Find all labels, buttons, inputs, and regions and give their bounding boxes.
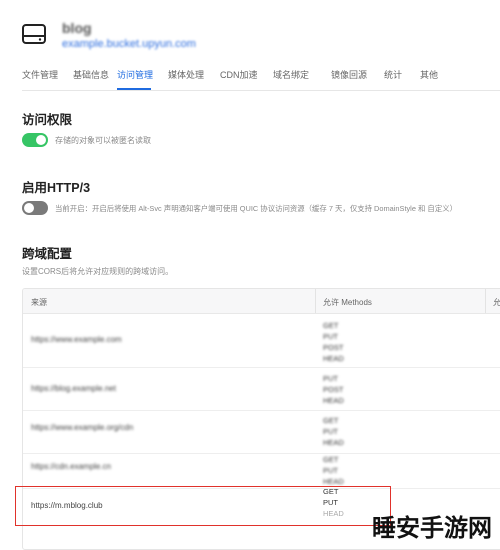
method: GET [323,455,339,464]
http3-title: 启用HTTP/3 [22,181,91,195]
red-highlight-box [15,486,391,526]
row-origin: https://cdn.example.cn [31,462,112,471]
access-permission-description: 存储的对象可以被匿名读取 [55,136,151,145]
tab-basic-info[interactable]: 基础信息 [73,69,109,81]
row-origin: https://blog.example.net [31,384,116,393]
access-permission-title: 访问权限 [22,113,73,127]
method: HEAD [323,438,344,447]
table-row[interactable]: https://blog.example.net PUT POST HEAD [23,368,500,411]
method: GET [323,321,339,330]
row-methods: PUT POST HEAD [323,373,363,406]
column-methods: 允许 Methods [323,298,372,307]
http3-toggle[interactable] [22,201,48,215]
watermark-text: 睡安手游网 [372,514,492,542]
row-methods: GET PUT HEAD [323,454,363,487]
method: PUT [323,374,338,383]
method: PUT [323,427,338,436]
access-permission-toggle[interactable] [22,133,48,147]
column-origin: 来源 [31,298,47,307]
row-methods: GET PUT HEAD [323,415,363,448]
http3-description: 当前开启：开启后将使用 Alt-Svc 声明通知客户端可使用 QUIC 协议访问… [55,204,457,213]
table-row[interactable]: https://www.example.com GET PUT POST HEA… [23,314,500,368]
method: POST [323,343,344,352]
method: GET [323,416,339,425]
tab-statistics[interactable]: 统计 [384,69,402,81]
row-origin: https://www.example.com [31,335,122,344]
tab-mirror-origin[interactable]: 镜像回源 [331,69,367,81]
method: HEAD [323,354,344,363]
tab-cdn-acceleration[interactable]: CDN加速 [220,69,258,81]
method: HEAD [323,396,344,405]
table-header: 来源 允许 Methods 允 [23,289,500,314]
storage-disk-icon [22,24,46,44]
column-divider [485,289,486,313]
active-tab-indicator [117,88,151,90]
method: POST [323,385,344,394]
column-allow: 允 [493,297,500,308]
row-methods: GET PUT POST HEAD [323,320,363,364]
column-divider [315,289,316,313]
table-row[interactable]: https://www.example.org/cdn GET PUT HEAD [23,411,500,454]
tab-media-processing[interactable]: 媒体处理 [168,69,204,81]
tab-domain-binding[interactable]: 域名绑定 [273,69,309,81]
tab-file-management[interactable]: 文件管理 [22,69,58,81]
row-origin: https://www.example.org/cdn [31,423,134,432]
cors-description: 设置CORS后将允许对应规则的跨域访问。 [22,267,174,276]
method: PUT [323,332,338,341]
tab-bar: 文件管理 基础信息 访问管理 媒体处理 CDN加速 域名绑定 镜像回源 统计 其… [22,68,500,91]
table-row[interactable]: https://cdn.example.cn GET PUT HEAD [23,454,500,489]
bucket-name: blog [62,20,92,36]
cors-title: 跨域配置 [22,247,73,261]
method: PUT [323,466,338,475]
tab-access-management[interactable]: 访问管理 [117,69,153,81]
tab-other[interactable]: 其他 [420,69,438,81]
bucket-header: blog example.bucket.upyun.com [22,20,492,54]
bucket-url[interactable]: example.bucket.upyun.com [62,38,196,50]
